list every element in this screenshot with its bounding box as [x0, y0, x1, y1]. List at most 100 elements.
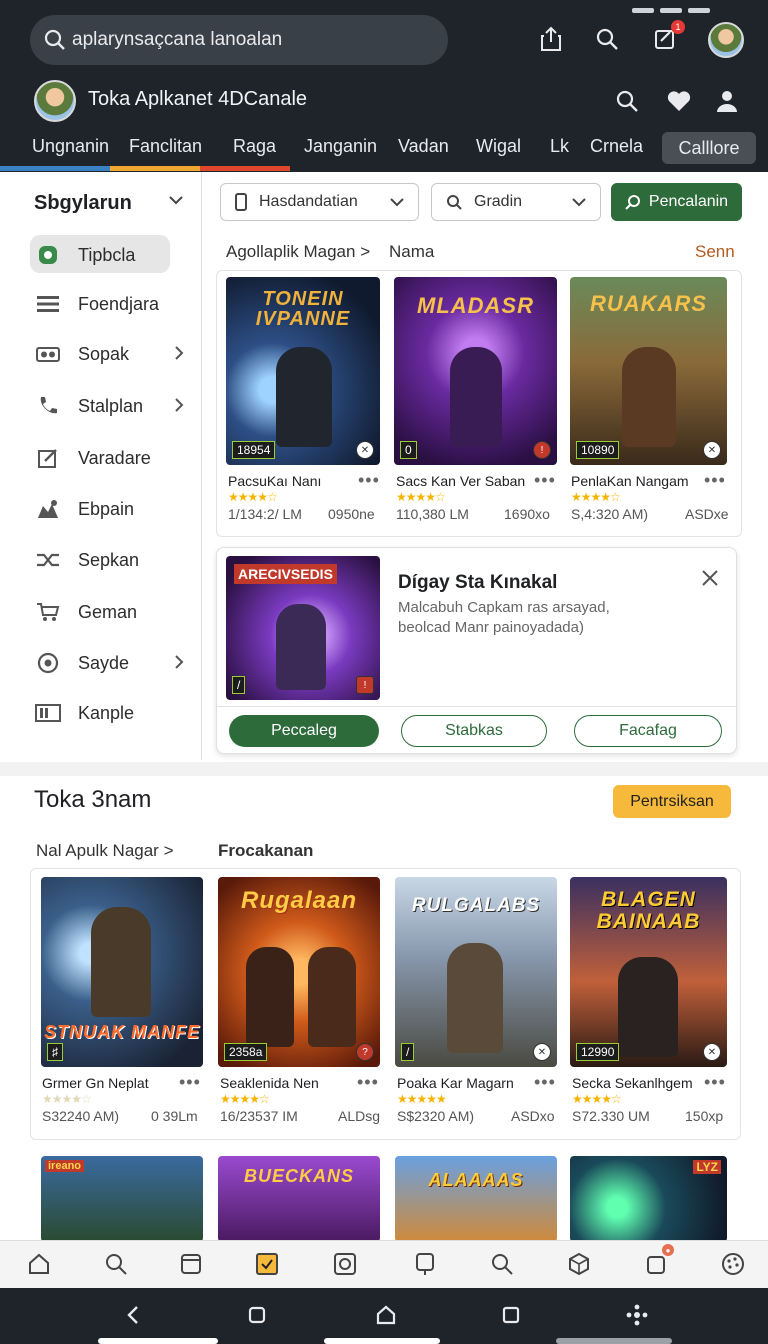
chevron-right-icon: [174, 653, 184, 674]
game-card-image[interactable]: RUAKARS 10890 ✕: [570, 277, 727, 465]
globe-icon[interactable]: [564, 1249, 594, 1279]
genre-dropdown[interactable]: Gradin: [431, 183, 601, 221]
character-figure: [246, 947, 294, 1047]
checkbox-icon[interactable]: [252, 1249, 282, 1279]
game-name[interactable]: Grmer Gn Neplat: [42, 1075, 149, 1091]
tab-raga[interactable]: Raga: [233, 136, 276, 157]
game-name[interactable]: Sacs Kan Ver Saban: [396, 473, 525, 489]
promo-description: Malcabuh Capkam ras arsayad, beolcad Man…: [398, 599, 610, 636]
dropdown-value: Hasdandatian: [259, 193, 358, 210]
tab-wigal[interactable]: Wigal: [476, 136, 521, 157]
game-card-image[interactable]: ireano: [41, 1156, 203, 1242]
more-options-icon[interactable]: •••: [534, 470, 556, 491]
game-meta: ASDxo: [511, 1108, 555, 1124]
heart-icon[interactable]: [664, 86, 694, 116]
sidebar-item-sepkan[interactable]: Sepkan: [34, 541, 184, 579]
game-card-image[interactable]: RULGALABS / ✕: [395, 877, 557, 1067]
more-options-icon[interactable]: •••: [704, 1072, 726, 1093]
game-name[interactable]: Poaka Kar Magarn: [397, 1075, 514, 1091]
pin-icon[interactable]: [410, 1249, 440, 1279]
category-dropdown[interactable]: Hasdandatian: [220, 183, 419, 221]
game-card-image[interactable]: LYZ: [570, 1156, 727, 1242]
tab-lk[interactable]: Lk: [550, 136, 569, 157]
promo-image[interactable]: ARECIVSEDIS / !: [226, 556, 380, 700]
dropdown-value: Gradin: [474, 193, 523, 210]
back-icon[interactable]: [118, 1300, 148, 1330]
game-card-image[interactable]: Rugalaan 2358a ?: [218, 877, 380, 1067]
breadcrumb[interactable]: Nal Apulk Nagar >: [36, 841, 174, 861]
tablet-icon[interactable]: [176, 1249, 206, 1279]
search-icon: [44, 29, 65, 50]
tab-vadan[interactable]: Vadan: [398, 136, 449, 157]
sidebar-item-label: Tipbcla: [78, 244, 136, 265]
section-action-button[interactable]: Pentrsiksan: [613, 785, 731, 818]
game-card-image[interactable]: BLAGEN BAINAAB 12990 ✕: [570, 877, 727, 1067]
promo-primary-button[interactable]: Peccaleg: [229, 715, 379, 747]
tab-crnela[interactable]: Crnela: [590, 136, 643, 157]
game-art-title: ireano: [45, 1160, 85, 1172]
promo-tertiary-button[interactable]: Facafag: [574, 715, 722, 747]
sidebar-item-stalplan[interactable]: Stalplan: [34, 387, 184, 425]
recents-icon[interactable]: [496, 1300, 526, 1330]
game-meta: 150xp: [685, 1108, 724, 1124]
search-icon[interactable]: [612, 86, 642, 116]
cart-icon: [34, 601, 62, 623]
sidebar-item-foendjara[interactable]: Foendjara: [34, 285, 184, 323]
search-icon[interactable]: [487, 1249, 517, 1279]
search-icon[interactable]: [101, 1249, 131, 1279]
search-input[interactable]: aplarynsaçcana lanoalan: [30, 15, 448, 65]
promo-secondary-button[interactable]: Stabkas: [401, 715, 547, 747]
status-bar: [626, 0, 746, 13]
promo-art-title: ARECIVSEDIS: [234, 564, 337, 584]
phone-icon: [34, 395, 62, 417]
close-icon[interactable]: [700, 568, 720, 593]
game-card-image[interactable]: MLADASR 0 !: [394, 277, 557, 465]
search-action-button[interactable]: Pencalanin: [611, 183, 742, 221]
game-card-image[interactable]: ALAAAAS: [395, 1156, 557, 1242]
rating-badge: !: [533, 441, 551, 459]
gesture-pill: [98, 1338, 218, 1344]
assistant-icon[interactable]: [622, 1300, 652, 1330]
game-meta: S,4:320 AM): [571, 506, 649, 522]
game-name[interactable]: Secka Sekanlhgem: [572, 1075, 693, 1091]
app-title: Toka Aplkanet 4DCanale: [88, 88, 308, 110]
sidebar-item-tipbcla[interactable]: Tipbcla: [34, 236, 184, 274]
sidebar-item-sayde[interactable]: Sayde: [34, 644, 184, 682]
game-name[interactable]: Seaklenida Nen: [220, 1075, 319, 1091]
sidebar-item-kanple[interactable]: Kanple: [34, 694, 184, 732]
home-icon[interactable]: [371, 1300, 401, 1330]
shield-icon[interactable]: [330, 1249, 360, 1279]
more-options-icon[interactable]: •••: [704, 470, 726, 491]
profile-icon[interactable]: [712, 86, 742, 116]
sidebar-item-ebpain[interactable]: Ebpain: [34, 490, 184, 528]
sidebar-item-sopak[interactable]: Sopak: [34, 335, 184, 373]
game-card-image[interactable]: BUECKANS: [218, 1156, 380, 1242]
share-icon[interactable]: [536, 24, 566, 54]
game-art-title: RUAKARS: [590, 291, 707, 316]
chevron-down-icon[interactable]: [168, 192, 184, 213]
more-options-icon[interactable]: •••: [358, 470, 380, 491]
overview-icon[interactable]: [242, 1300, 272, 1330]
sidebar-item-varadare[interactable]: Varadare: [34, 439, 184, 477]
more-options-icon[interactable]: •••: [534, 1072, 556, 1093]
tab-fanclitan[interactable]: Fanclitan: [129, 136, 202, 157]
see-all-link[interactable]: Senn: [695, 242, 735, 262]
notification-badge: ●: [662, 1244, 674, 1256]
tab-calllore[interactable]: Calllore: [662, 132, 756, 164]
home-icon[interactable]: [24, 1249, 54, 1279]
game-card-image[interactable]: TONEIN IVPANNE 18954 ✕: [226, 277, 380, 465]
tab-janganin[interactable]: Janganin: [304, 136, 377, 157]
game-art-title: ALAAAAS: [428, 1170, 524, 1190]
game-name[interactable]: PacsuKaı Nanı: [228, 473, 321, 489]
leaf-icon: [34, 244, 62, 266]
game-name[interactable]: PenlaKan Nangam: [571, 473, 689, 489]
avatar[interactable]: [708, 22, 744, 58]
more-options-icon[interactable]: •••: [357, 1072, 379, 1093]
breadcrumb[interactable]: Agollaplik Magan >: [226, 242, 370, 262]
sidebar-item-geman[interactable]: Geman: [34, 593, 184, 631]
more-options-icon[interactable]: •••: [179, 1072, 201, 1093]
search-icon[interactable]: [592, 24, 622, 54]
tab-ungnanin[interactable]: Ungnanin: [32, 136, 109, 157]
palette-icon[interactable]: [718, 1249, 748, 1279]
game-card-image[interactable]: STNUAK MANFE ♯: [41, 877, 203, 1067]
